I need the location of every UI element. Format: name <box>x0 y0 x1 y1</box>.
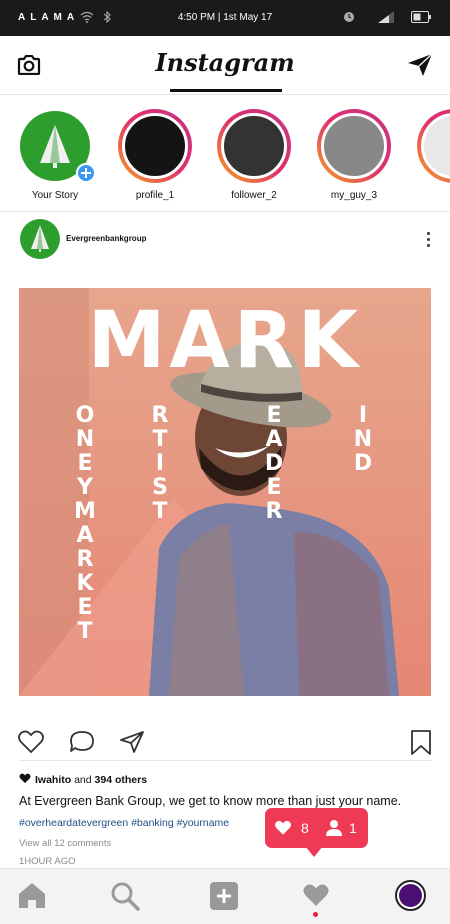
like-icon[interactable] <box>18 730 44 754</box>
story-label: follower_2 <box>231 190 277 201</box>
image-word: IND <box>353 403 375 476</box>
app-header: Instagram <box>0 36 450 95</box>
add-story-icon[interactable] <box>76 163 96 183</box>
search-icon[interactable] <box>110 881 140 911</box>
divider <box>19 760 431 761</box>
heart-filled-icon <box>275 820 291 835</box>
post-caption: At Evergreen Bank Group, we get to know … <box>19 794 402 808</box>
home-icon[interactable] <box>17 881 47 909</box>
story-label: u <box>411 190 450 201</box>
signal-icon <box>378 11 394 23</box>
heart-filled-icon <box>19 773 31 784</box>
image-word: ONEY MARKET <box>74 403 98 644</box>
story-avatar <box>122 113 188 179</box>
story-avatar <box>221 113 287 179</box>
story-own[interactable]: Your Story <box>12 109 98 201</box>
notification-likes-count: 8 <box>301 820 309 836</box>
profile-avatar-image <box>399 884 422 907</box>
image-word: RTIST <box>151 403 171 524</box>
evergreen-logo-icon <box>40 125 70 168</box>
likes-others[interactable]: 394 others <box>95 774 148 786</box>
story-label: my_guy_3 <box>330 190 378 201</box>
story-avatar <box>321 113 387 179</box>
liker-username[interactable]: Iwahito <box>35 774 71 786</box>
story-label: Your Story <box>31 190 79 201</box>
app-logo: Instagram <box>155 48 295 77</box>
image-word: EADER <box>264 403 286 524</box>
battery-icon <box>411 11 431 23</box>
story-item[interactable]: u <box>411 109 450 201</box>
person-icon <box>326 820 342 836</box>
story-item[interactable]: follower_2 <box>211 109 297 201</box>
activity-notification[interactable]: 8 1 <box>265 808 368 848</box>
logo-underline <box>170 89 282 92</box>
share-icon[interactable] <box>119 730 145 754</box>
notification-tail <box>305 846 323 857</box>
evergreen-logo-icon <box>31 225 49 252</box>
notification-followers-count: 1 <box>349 820 357 836</box>
image-headline: MARK <box>87 296 363 386</box>
post-avatar[interactable] <box>20 219 60 259</box>
activity-heart-icon[interactable] <box>302 883 330 908</box>
activity-indicator-dot <box>313 912 318 917</box>
story-label: profile_1 <box>135 190 175 201</box>
direct-message-icon[interactable] <box>407 53 433 77</box>
story-item[interactable]: my_guy_3 <box>311 109 397 201</box>
profile-avatar[interactable] <box>395 880 426 911</box>
stories-tray: Your Story profile_1 follower_2 my_guy_3… <box>0 95 450 212</box>
post-username[interactable]: Evergreenbankgroup <box>66 234 146 243</box>
more-options-icon[interactable] <box>424 230 432 252</box>
story-avatar <box>20 111 96 183</box>
story-item[interactable]: profile_1 <box>112 109 198 201</box>
post-image[interactable]: MARK ONEY MARKET RTIST EADER IND <box>19 288 431 696</box>
comment-icon[interactable] <box>69 730 95 754</box>
alarm-icon <box>344 12 354 22</box>
view-comments-link[interactable]: View all 12 comments <box>19 838 111 849</box>
post-hashtags[interactable]: #overheardatevergreen #banking #yourname <box>19 817 229 829</box>
likes-line: Iwahito and 394 others <box>19 773 147 786</box>
story-avatar <box>421 113 450 179</box>
post-timestamp: 1HOUR AGO <box>19 856 76 867</box>
status-bar: ALAMA 4:50 PM | 1st May 17 <box>0 0 450 36</box>
likes-joiner: and <box>74 774 92 786</box>
bottom-nav <box>0 868 450 924</box>
bookmark-icon[interactable] <box>410 730 432 756</box>
add-post-icon[interactable] <box>209 881 239 911</box>
